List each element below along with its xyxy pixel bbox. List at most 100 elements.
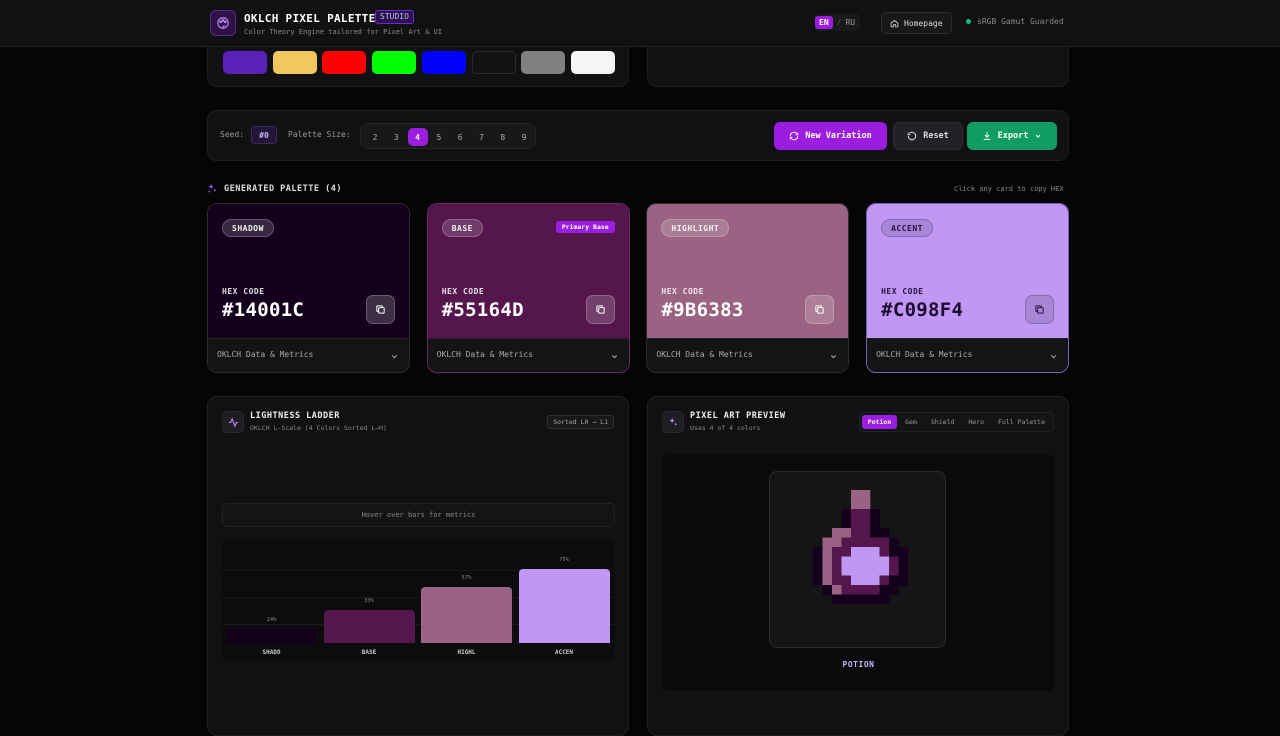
lang-ru-button[interactable]: RU <box>845 18 860 27</box>
sprite-pixel <box>889 547 899 557</box>
copy-hex-button[interactable] <box>366 295 395 324</box>
copy-hint: Click any card to copy HEX <box>954 185 1064 193</box>
sprite-pixel <box>822 585 833 595</box>
sprite-pixel <box>813 575 823 586</box>
ladder-subtitle: OKLCH L-Scale (4 Colors Sorted L→H) <box>250 424 387 432</box>
metrics-toggle[interactable]: OKLCH Data & Metrics <box>647 338 849 372</box>
preview-tabs: Potion Gem Shield Hero Full Palette <box>858 412 1054 432</box>
sprite-pixel <box>832 528 842 538</box>
role-chip: BASE <box>441 219 483 237</box>
sprite-pixel <box>879 594 890 605</box>
tab-full-palette[interactable]: Full Palette <box>992 415 1051 429</box>
reset-button[interactable]: Reset <box>893 122 963 150</box>
lightness-bar[interactable] <box>226 629 317 643</box>
reset-icon <box>907 131 917 141</box>
status-dot-icon <box>966 19 971 24</box>
preview-subtitle: Uses 4 of 4 colors <box>690 424 761 432</box>
color-swatch[interactable] <box>471 51 516 74</box>
sprite-pixel <box>841 575 852 586</box>
sprite-pixel <box>851 518 861 529</box>
sprite-pixel <box>822 537 833 548</box>
palette-size-option[interactable]: 7 <box>472 128 492 146</box>
hex-code-value: #55164D <box>441 299 524 321</box>
palette-size-option[interactable]: 9 <box>514 128 534 146</box>
primary-base-badge: Primary Base <box>555 221 615 233</box>
controls-bar: Seed: #0 Palette Size: 23456789 New Vari… <box>207 110 1069 161</box>
tab-hero[interactable]: Hero <box>962 415 990 429</box>
sprite-pixel <box>841 566 852 576</box>
palette-card-shadow[interactable]: SHADOW HEX CODE #14001C OKLCH Data & Met… <box>207 203 410 373</box>
tab-gem[interactable]: Gem <box>899 415 923 429</box>
chevron-down-icon <box>1050 355 1057 359</box>
palette-size-option[interactable]: 3 <box>386 128 406 146</box>
lightness-bar[interactable] <box>421 586 512 643</box>
sprite-pixel <box>860 585 871 595</box>
metrics-toggle[interactable]: OKLCH Data & Metrics <box>867 338 1069 372</box>
color-swatch[interactable] <box>272 51 317 74</box>
card-color-area[interactable]: SHADOW HEX CODE #14001C <box>208 204 409 338</box>
potion-sprite <box>813 490 909 605</box>
palette-card-accent[interactable]: ACCENT HEX CODE #C098F4 OKLCH Data & Met… <box>866 203 1070 373</box>
copy-hex-button[interactable] <box>1025 295 1055 324</box>
palette-size-option[interactable]: 8 <box>493 128 513 146</box>
palette-size-option[interactable]: 4 <box>407 128 428 146</box>
bar-name-label: SHADO <box>262 649 281 656</box>
copy-hex-button[interactable] <box>585 295 615 324</box>
sprite-pixel <box>851 490 861 500</box>
tab-shield[interactable]: Shield <box>925 415 960 429</box>
tab-potion[interactable]: Potion <box>861 415 898 429</box>
ladder-title: LIGHTNESS LADDER <box>250 411 340 421</box>
sorted-badge: Sorted L0 → L1 <box>547 415 614 429</box>
role-chip: ACCENT <box>881 219 933 237</box>
sprite-pixel <box>851 575 861 586</box>
sprite-pixel <box>870 585 880 595</box>
card-color-area[interactable]: HIGHLIGHT HEX CODE #9B6383 <box>647 204 849 338</box>
sprite-pixel <box>860 537 871 548</box>
home-icon <box>890 19 899 27</box>
sprite-pixel <box>860 509 871 519</box>
color-swatch[interactable] <box>223 51 267 74</box>
sprite-frame <box>769 471 946 648</box>
sprite-pixel <box>832 585 842 595</box>
sprite-pixel <box>841 509 852 519</box>
palette-logo-icon <box>210 10 236 36</box>
bar-percent-label: 14% <box>266 617 277 624</box>
palette-card-base[interactable]: BASE Primary Base HEX CODE #55164D OKLCH… <box>426 203 630 373</box>
lightness-ladder-panel: LIGHTNESS LADDER OKLCH L-Scale (4 Colors… <box>207 396 629 736</box>
sprite-pixel <box>832 537 842 548</box>
copy-hex-button[interactable] <box>805 295 835 324</box>
sprite-pixel <box>898 575 909 586</box>
export-button[interactable]: Export <box>967 122 1057 150</box>
color-swatch[interactable] <box>421 51 466 74</box>
new-variation-button[interactable]: New Variation <box>774 122 887 150</box>
palette-size-selector: 23456789 <box>360 123 536 149</box>
sprite-pixel <box>832 594 842 605</box>
bar-percent-label: 75% <box>559 556 569 563</box>
palette-size-option[interactable]: 2 <box>365 128 385 146</box>
lang-separator: / <box>836 18 842 27</box>
palette-size-option[interactable]: 6 <box>450 128 470 146</box>
color-swatch[interactable] <box>372 51 417 74</box>
app-title: OKLCH PIXEL PALETTE <box>244 12 376 25</box>
lang-en-button[interactable]: EN <box>815 16 833 29</box>
card-color-area[interactable]: BASE Primary Base HEX CODE #55164D <box>427 204 629 338</box>
lightness-bar[interactable] <box>323 610 415 643</box>
sprite-pixel <box>813 556 823 567</box>
sprite-pixel <box>841 594 852 605</box>
sprite-pixel <box>860 547 871 557</box>
new-variation-label: New Variation <box>805 131 872 141</box>
palette-card-highlight[interactable]: HIGHLIGHT HEX CODE #9B6383 OKLCH Data & … <box>646 203 850 373</box>
metrics-toggle[interactable]: OKLCH Data & Metrics <box>208 338 409 372</box>
lightness-bar[interactable] <box>518 568 610 643</box>
sprite-pixel <box>889 537 899 548</box>
sprite-pixel <box>860 499 871 510</box>
sprite-pixel <box>832 556 842 567</box>
seed-value[interactable]: #0 <box>251 126 277 144</box>
color-swatch[interactable] <box>322 51 367 74</box>
color-swatch[interactable] <box>570 51 615 74</box>
card-color-area[interactable]: ACCENT HEX CODE #C098F4 <box>867 204 1069 338</box>
metrics-toggle[interactable]: OKLCH Data & Metrics <box>427 338 629 372</box>
color-swatch[interactable] <box>521 51 566 74</box>
palette-size-option[interactable]: 5 <box>429 128 449 146</box>
homepage-button[interactable]: Homepage <box>881 12 952 34</box>
